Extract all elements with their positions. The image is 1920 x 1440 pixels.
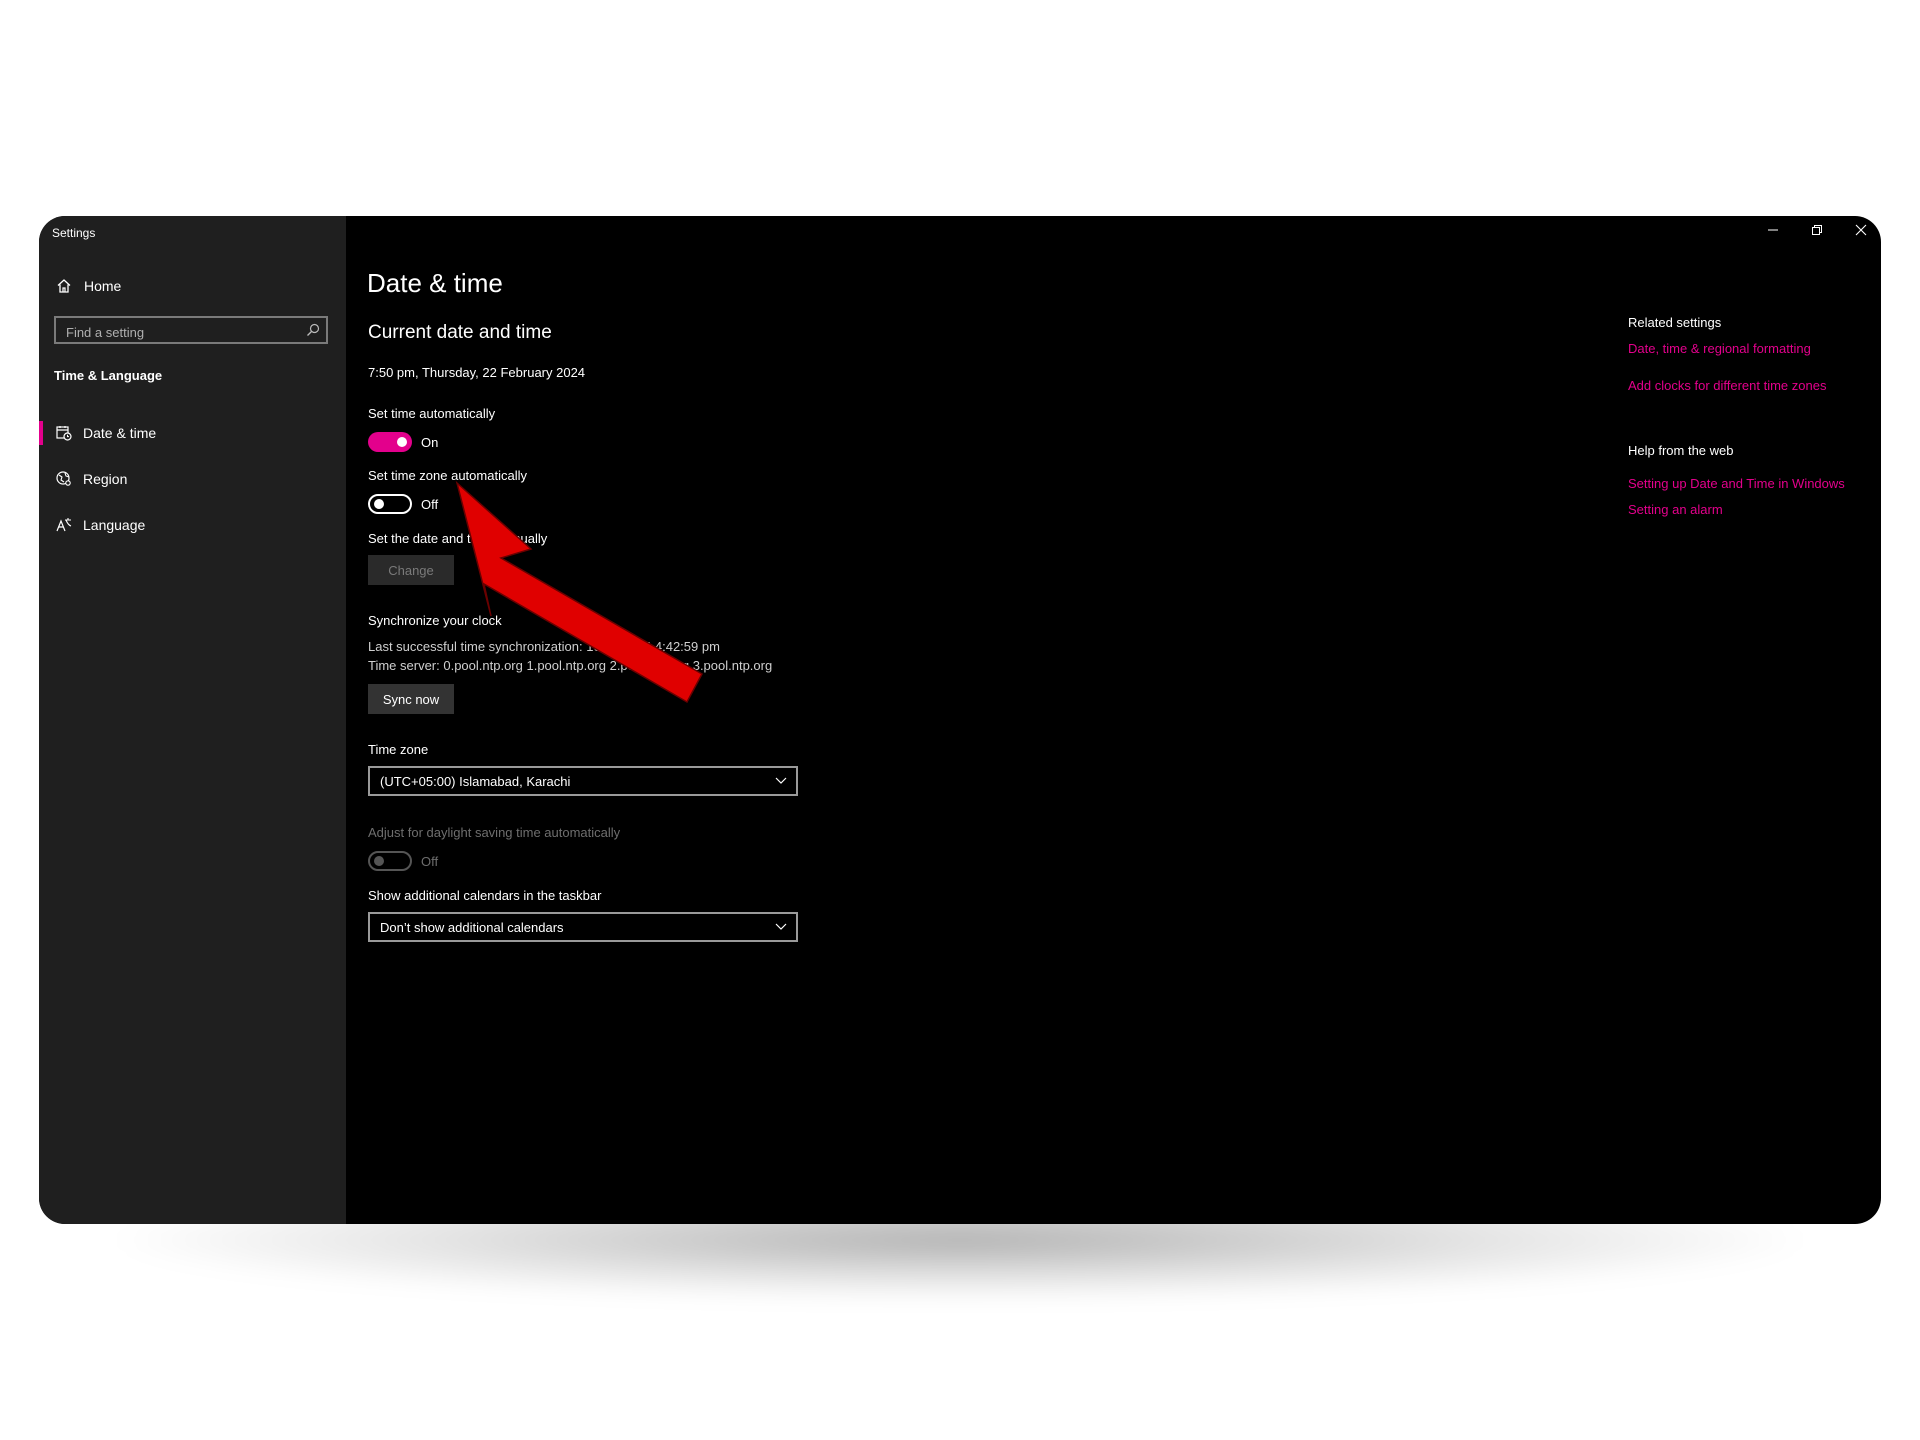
- sidebar-item-date-time[interactable]: Date & time: [39, 415, 346, 451]
- set-time-auto-state: On: [421, 435, 439, 450]
- globe-icon: [55, 470, 73, 488]
- sidebar-item-home[interactable]: Home: [39, 268, 346, 304]
- calendars-select[interactable]: Don’t show additional calendars: [368, 912, 798, 942]
- time-zone-value: (UTC+05:00) Islamabad, Karachi: [380, 774, 571, 789]
- link-add-clocks[interactable]: Add clocks for different time zones: [1628, 378, 1826, 393]
- toggle-knob: [374, 499, 384, 509]
- related-settings-title: Related settings: [1628, 315, 1722, 330]
- chevron-down-icon: [774, 921, 788, 933]
- time-zone-label: Time zone: [368, 742, 429, 757]
- sidebar-item-label: Language: [83, 517, 146, 533]
- toggle-knob: [397, 437, 407, 447]
- time-server-text: Time server: 0.pool.ntp.org 1.pool.ntp.o…: [368, 658, 773, 673]
- link-setting-alarm[interactable]: Setting an alarm: [1628, 502, 1723, 517]
- minimize-icon: [1767, 223, 1779, 241]
- sidebar-item-language[interactable]: Language: [39, 507, 346, 543]
- set-timezone-auto-label: Set time zone automatically: [368, 468, 527, 483]
- time-zone-select[interactable]: (UTC+05:00) Islamabad, Karachi: [368, 766, 798, 796]
- page-title: Date & time: [367, 268, 503, 298]
- calendars-label: Show additional calendars in the taskbar: [368, 888, 602, 903]
- daylight-label: Adjust for daylight saving time automati…: [368, 825, 621, 840]
- daylight-toggle[interactable]: [368, 851, 412, 871]
- sidebar-item-label: Region: [83, 471, 128, 487]
- sidebar-item-region[interactable]: Region: [39, 461, 346, 497]
- help-title: Help from the web: [1628, 443, 1734, 458]
- current-datetime: 7:50 pm, Thursday, 22 February 2024: [368, 365, 586, 380]
- calendars-value: Don’t show additional calendars: [380, 920, 564, 935]
- sync-title: Synchronize your clock: [368, 613, 502, 628]
- set-time-auto-toggle[interactable]: [368, 432, 412, 452]
- toggle-knob: [374, 856, 384, 866]
- sidebar-item-label: Home: [84, 278, 122, 294]
- last-sync-text: Last successful time synchronization: 16…: [368, 639, 720, 654]
- sidebar: Settings Home Time & Language Date & tim…: [39, 216, 346, 1224]
- set-manually-label: Set the date and time manually: [368, 531, 548, 546]
- search-box[interactable]: [54, 316, 328, 344]
- chevron-down-icon: [774, 775, 788, 787]
- search-icon[interactable]: [306, 323, 320, 337]
- change-button[interactable]: Change: [368, 555, 454, 585]
- link-setting-up-date-time[interactable]: Setting up Date and Time in Windows: [1628, 476, 1845, 491]
- restore-button[interactable]: [1803, 220, 1831, 244]
- link-regional-formatting[interactable]: Date, time & regional formatting: [1628, 341, 1811, 356]
- set-time-auto-label: Set time automatically: [368, 406, 496, 421]
- minimize-button[interactable]: [1759, 220, 1787, 244]
- calendar-clock-icon: [55, 424, 73, 442]
- home-icon: [55, 277, 73, 295]
- language-icon: [55, 516, 73, 534]
- sidebar-item-label: Date & time: [83, 425, 157, 441]
- section-title: Current date and time: [368, 322, 552, 343]
- sync-now-button[interactable]: Sync now: [368, 684, 454, 714]
- search-input[interactable]: [64, 322, 298, 342]
- window-title: Settings: [52, 226, 96, 240]
- restore-icon: [1811, 223, 1823, 241]
- set-timezone-auto-toggle[interactable]: [368, 494, 412, 514]
- close-button[interactable]: [1847, 220, 1875, 244]
- set-timezone-auto-state: Off: [421, 497, 439, 512]
- daylight-state: Off: [421, 854, 439, 869]
- section-title: Time & Language: [54, 368, 163, 383]
- settings-window: Settings Home Time & Language Date & tim…: [39, 216, 1881, 1224]
- close-icon: [1855, 223, 1867, 241]
